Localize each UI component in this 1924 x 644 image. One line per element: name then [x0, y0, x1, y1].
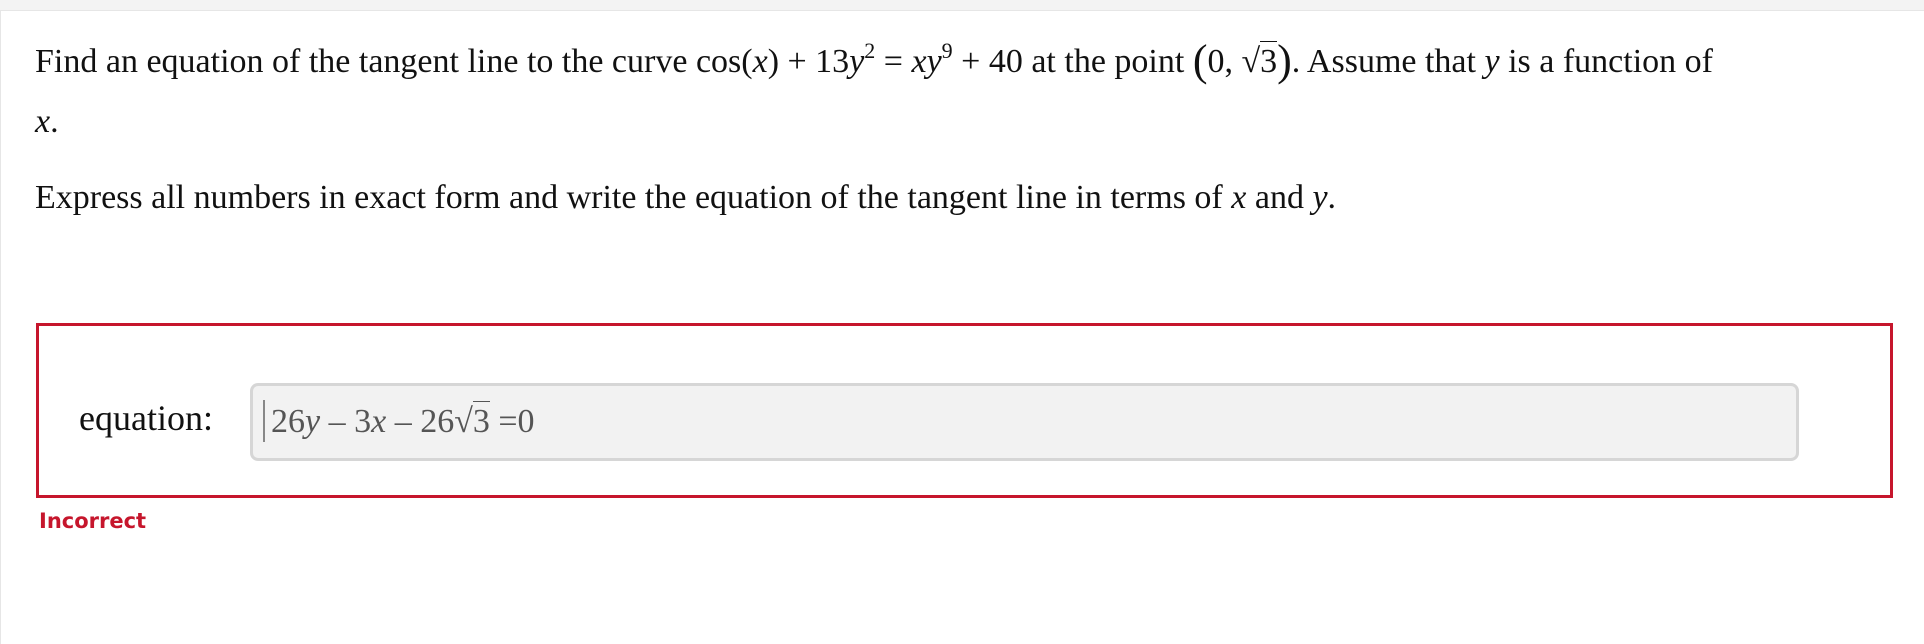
equation-label: equation: — [79, 398, 213, 438]
problem-page: Find an equation of the tangent line to … — [0, 10, 1924, 644]
status-incorrect: Incorrect — [39, 509, 147, 533]
question-line-2: x. — [35, 103, 59, 140]
curve-equation: cos(x) + 13y2 = xy9 + 40 — [695, 37, 1023, 80]
instruction-text: Express all numbers in exact form and wr… — [35, 179, 1337, 216]
input-caret — [263, 400, 265, 442]
answer-box: equation: 26y – 3x – 26√3 =0 — [36, 323, 1893, 498]
sqrt-icon: √ — [1241, 43, 1261, 80]
question-line: Find an equation of the tangent line to … — [35, 36, 1713, 85]
question-text: Find an equation of the tangent line to … — [35, 43, 696, 80]
equation-input[interactable]: 26y – 3x – 26√3 =0 — [250, 383, 1799, 461]
problem-statement: Find an equation of the tangent line to … — [35, 35, 1895, 225]
sqrt-icon: √ — [454, 403, 473, 440]
equation-input-value: 26y – 3x – 26√3 =0 — [271, 401, 535, 440]
point-expression: (0, √3) — [1192, 36, 1292, 85]
